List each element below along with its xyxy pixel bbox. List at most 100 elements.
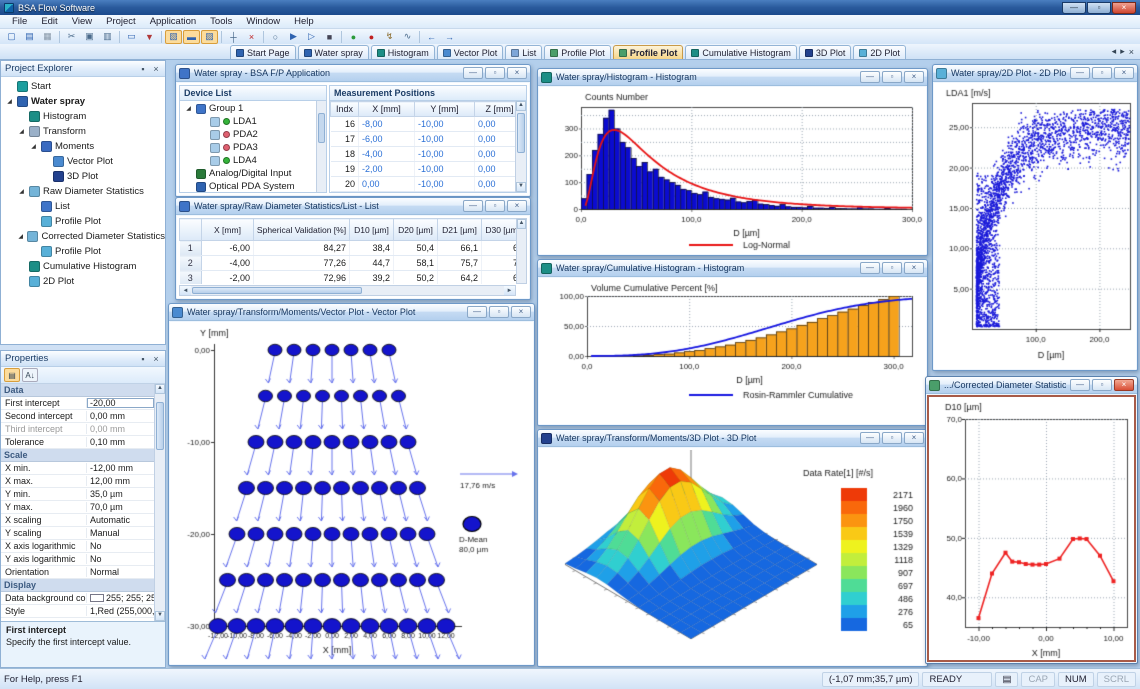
- tree-item-2d-plot[interactable]: 2D Plot: [1, 274, 165, 289]
- column-header-d10-m-[interactable]: D10 [µm]: [350, 219, 394, 241]
- property-value[interactable]: 70,0 µm: [87, 502, 154, 512]
- tree-item-vector-plot[interactable]: Vector Plot: [1, 154, 165, 169]
- column-header-d20-m-[interactable]: D20 [µm]: [394, 219, 438, 241]
- property-row-y-scaling[interactable]: Y scalingManual: [1, 527, 154, 540]
- scroll-up-icon[interactable]: ▲: [517, 219, 526, 229]
- property-row-tolerance[interactable]: Tolerance0,10 mm: [1, 436, 154, 449]
- property-row-data-background-co[interactable]: Data background co255; 255; 255: [1, 592, 154, 605]
- device-item-analog-digital-input[interactable]: Analog/Digital Input: [180, 167, 316, 180]
- tree-item-start[interactable]: Start: [1, 79, 165, 94]
- tab-profile-plot[interactable]: Profile Plot: [613, 45, 684, 59]
- property-row-x-min-[interactable]: X min.-12,00 mm: [1, 462, 154, 475]
- scroll-right-icon[interactable]: ►: [504, 286, 515, 295]
- expander-icon[interactable]: ◢: [29, 143, 38, 150]
- minimize-button[interactable]: —: [860, 71, 880, 83]
- scroll-down-icon[interactable]: ▼: [516, 182, 526, 192]
- tree-item-list[interactable]: List: [1, 199, 165, 214]
- tab-profile-plot[interactable]: Profile Plot: [544, 45, 611, 59]
- export-button[interactable]: ▼: [141, 30, 158, 44]
- property-value[interactable]: Normal: [87, 567, 154, 577]
- window-2d-plot[interactable]: Water spray/2D Plot - 2D Plot —▫×: [932, 64, 1138, 371]
- property-value[interactable]: Automatic: [87, 515, 154, 525]
- property-row-orientation[interactable]: OrientationNormal: [1, 566, 154, 579]
- scroll-thumb[interactable]: [192, 287, 362, 294]
- table-row[interactable]: 3-2,0072,9639,250,264,26: [180, 271, 517, 285]
- vector-plot-canvas[interactable]: [172, 324, 533, 664]
- menu-view[interactable]: View: [66, 16, 98, 27]
- window-title-bar[interactable]: Water spray/Transform/Moments/3D Plot - …: [538, 430, 927, 447]
- device-item-lda1[interactable]: LDA1: [180, 115, 316, 128]
- window-title-bar[interactable]: Water spray/Histogram - Histogram —▫×: [538, 69, 927, 86]
- property-value[interactable]: 1,Red (255,000,000;▾: [87, 606, 154, 616]
- device-item-lda4[interactable]: LDA4: [180, 154, 316, 167]
- property-value[interactable]: 0,00 mm: [87, 424, 154, 434]
- device-tree-button[interactable]: ┼: [225, 30, 242, 44]
- stop-button[interactable]: ■: [321, 30, 338, 44]
- title-bar[interactable]: BSA Flow Software — ▫ ×: [0, 0, 1140, 15]
- property-row-second-intercept[interactable]: Second intercept0,00 mm: [1, 410, 154, 423]
- minimize-button[interactable]: —: [1070, 379, 1090, 391]
- column-header-x-mm-[interactable]: X [mm]: [359, 102, 415, 117]
- column-header-indx[interactable]: Indx: [331, 102, 359, 117]
- minimize-button[interactable]: —: [463, 67, 483, 79]
- profile-plot-canvas[interactable]: [931, 399, 1134, 660]
- print-button[interactable]: ▭: [123, 30, 140, 44]
- cut-button[interactable]: ✂: [63, 30, 80, 44]
- cumulative-histogram-canvas[interactable]: [541, 280, 926, 424]
- property-value[interactable]: 0,00 mm: [87, 411, 154, 421]
- sort-az-icon[interactable]: A↓: [22, 368, 38, 382]
- scroll-thumb[interactable]: [318, 113, 325, 143]
- trigger-button[interactable]: ↯: [381, 30, 398, 44]
- window-corrected-profile[interactable]: .../Corrected Diameter Statistic... —▫×: [925, 376, 1138, 664]
- save-button[interactable]: ▦: [39, 30, 56, 44]
- window-cumulative-histogram[interactable]: Water spray/Cumulative Histogram - Histo…: [537, 259, 928, 426]
- property-value[interactable]: No: [87, 541, 154, 551]
- window-title-bar[interactable]: Water spray/Raw Diameter Statistics/List…: [176, 198, 530, 215]
- step-button[interactable]: ▷: [303, 30, 320, 44]
- minimize-button[interactable]: —: [860, 262, 880, 274]
- scroll-thumb[interactable]: [517, 113, 525, 153]
- device-item-pda3[interactable]: PDA3: [180, 141, 316, 154]
- window-vector-plot[interactable]: Water spray/Transform/Moments/Vector Plo…: [168, 303, 535, 666]
- tab-prev-icon[interactable]: ◂: [1112, 46, 1117, 57]
- table-row[interactable]: 17-6,00-10,000,00: [331, 132, 516, 147]
- scroll-up-icon[interactable]: ▲: [516, 101, 526, 111]
- property-row-x-max-[interactable]: X max.12,00 mm: [1, 475, 154, 488]
- device-item-pda2[interactable]: PDA2: [180, 128, 316, 141]
- table-row[interactable]: 16-8,00-10,000,00: [331, 117, 516, 132]
- property-value[interactable]: 255; 255; 255: [87, 593, 154, 603]
- menu-project[interactable]: Project: [100, 16, 142, 27]
- tab-list[interactable]: List: [505, 45, 542, 59]
- tree-item-profile-plot[interactable]: Profile Plot: [1, 244, 165, 259]
- record-button[interactable]: ●: [363, 30, 380, 44]
- tree-item-3d-plot[interactable]: 3D Plot: [1, 169, 165, 184]
- expander-icon[interactable]: ◢: [184, 105, 193, 112]
- device-list-scrollbar[interactable]: [316, 101, 326, 192]
- column-header-corner[interactable]: [180, 219, 202, 241]
- tree-item-histogram[interactable]: Histogram: [1, 109, 165, 124]
- selection-button[interactable]: ○: [267, 30, 284, 44]
- minimize-button[interactable]: —: [467, 306, 487, 318]
- property-row-style[interactable]: Style1,Red (255,000,000;▾: [1, 605, 154, 618]
- column-header-z-mm-[interactable]: Z [mm]: [475, 102, 516, 117]
- minimize-button[interactable]: —: [1070, 67, 1090, 79]
- property-value[interactable]: No: [87, 554, 154, 564]
- table-row[interactable]: 18-4,00-10,000,00: [331, 147, 516, 162]
- maximize-button[interactable]: ▫: [1087, 2, 1111, 14]
- scroll-down-icon[interactable]: ▼: [155, 611, 165, 621]
- maximize-button[interactable]: ▫: [882, 262, 902, 274]
- property-group-data[interactable]: Data: [1, 384, 154, 397]
- maximize-button[interactable]: ▫: [1092, 379, 1112, 391]
- panel-close-icon[interactable]: ×: [151, 64, 161, 74]
- property-value[interactable]: -20,00: [87, 398, 154, 408]
- raw-list-hscrollbar[interactable]: ◄ ►: [179, 285, 516, 296]
- column-header-y-mm-[interactable]: Y [mm]: [415, 102, 475, 117]
- tree-item-moments[interactable]: ◢Moments: [1, 139, 165, 154]
- menu-file[interactable]: File: [6, 16, 33, 27]
- tab-histogram[interactable]: Histogram: [371, 45, 435, 59]
- window-close-button[interactable]: ×: [507, 200, 527, 212]
- layout-tabs-button[interactable]: ▨: [201, 30, 218, 44]
- property-group-scale[interactable]: Scale: [1, 449, 154, 462]
- paste-button[interactable]: ▥: [99, 30, 116, 44]
- window-bsa-application[interactable]: Water spray - BSA F/P Application —▫× De…: [175, 64, 531, 197]
